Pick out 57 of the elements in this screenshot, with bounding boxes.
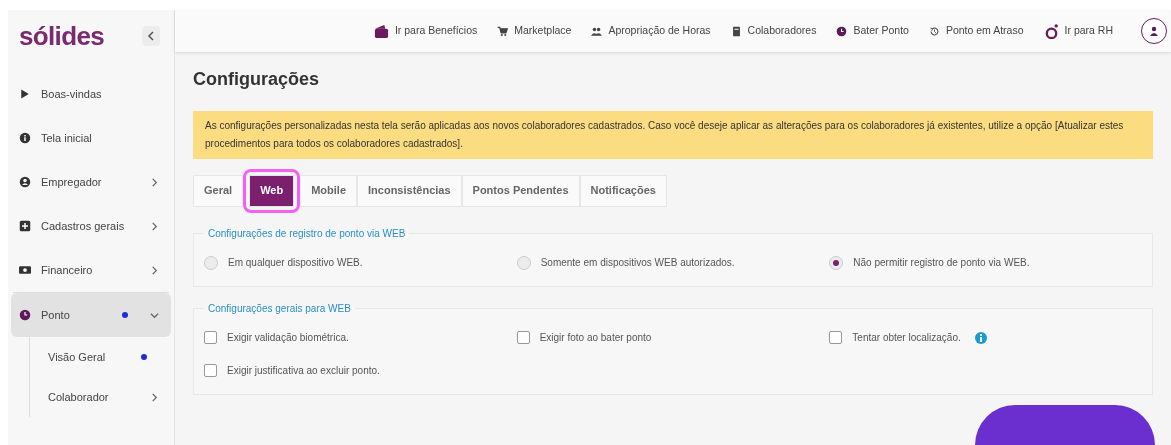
sidebar-subitem[interactable]: Visão Geral xyxy=(30,337,171,377)
banknote-icon xyxy=(19,264,31,276)
nav-link[interactable]: Bater Ponto xyxy=(836,23,909,39)
tab[interactable]: Inconsistências xyxy=(357,174,462,207)
tab[interactable]: Pontos Pendentes xyxy=(461,174,580,207)
people-icon xyxy=(591,25,603,37)
chevron-left-icon xyxy=(147,31,155,41)
person-icon xyxy=(1149,26,1159,36)
nav-link[interactable]: Ir para RH xyxy=(1043,23,1113,39)
collapse-button[interactable] xyxy=(142,26,160,46)
sidebar-subitem[interactable]: Colaborador xyxy=(30,377,171,417)
page-title: Configurações xyxy=(193,68,321,91)
checkbox[interactable] xyxy=(204,331,217,344)
clock-icon xyxy=(836,25,848,37)
checkbox[interactable] xyxy=(516,331,530,344)
sidebar-item[interactable]: Boas-vindas xyxy=(11,72,171,116)
tab[interactable]: Geral xyxy=(193,174,244,207)
tab[interactable]: Web xyxy=(249,174,295,207)
nav-link[interactable]: Apropriação de Horas xyxy=(591,23,711,39)
nav-link[interactable]: Ir para Benefícios xyxy=(373,23,478,39)
book-icon xyxy=(730,25,742,37)
sidebar-item[interactable]: Financeiro xyxy=(11,248,171,292)
circle-dot-icon xyxy=(1043,23,1059,39)
avatar-button[interactable] xyxy=(1141,18,1167,44)
info-banner: As configurações personalizadas nesta tela serão aplicadas aos novos colaboradores cadastrados. Caso você deseje aplicar as alterações para os colaboradores já existentes, utilize a opção [Atualizar estes procedimentos para todos os colaboradores cadastrados]. xyxy=(193,111,1153,159)
history-icon xyxy=(928,25,940,37)
sidebar-item[interactable]: Cadastros gerais xyxy=(11,204,171,248)
tab[interactable]: Notificações xyxy=(579,174,667,207)
radio-button[interactable] xyxy=(829,255,844,270)
brand-logo: sólides xyxy=(19,23,105,49)
group-legend: Configurações de registro de ponto via WEB xyxy=(204,226,410,241)
sidebar-item[interactable]: Tela inicial xyxy=(11,116,171,160)
info-icon xyxy=(19,132,31,144)
checkbox[interactable] xyxy=(204,364,217,377)
nav-link[interactable]: Colaboradores xyxy=(730,23,817,39)
checkbox[interactable] xyxy=(829,331,843,344)
nav-link[interactable]: Ponto em Atraso xyxy=(928,23,1024,39)
person-icon xyxy=(19,176,31,188)
option-label: Exigir foto ao bater ponto xyxy=(539,331,652,345)
sidebar-item[interactable]: Ponto xyxy=(11,293,171,337)
option-label: Exigir validação biométrica. xyxy=(227,331,349,345)
radio-button[interactable] xyxy=(204,255,218,270)
option-label: Exigir justificativa ao excluir ponto. xyxy=(227,364,380,378)
group-legend: Configurações gerais para WEB xyxy=(204,301,355,316)
plus-square-icon xyxy=(19,220,31,232)
sidebar-item[interactable]: Empregador xyxy=(11,160,171,204)
option-label: Somente em dispositivos WEB autorizados. xyxy=(540,256,735,270)
play-icon xyxy=(19,88,31,100)
wallet-icon xyxy=(373,23,389,39)
clock-icon xyxy=(19,309,31,321)
cart-icon xyxy=(497,25,509,37)
option-label: Tentar obter localização. xyxy=(852,331,961,345)
nav-link[interactable]: Marketplace xyxy=(497,23,572,39)
option-label: Não permitir registro de ponto via WEB. xyxy=(853,256,1030,270)
option-label: Em qualquer dispositivo WEB. xyxy=(228,256,363,270)
radio-button[interactable] xyxy=(516,255,531,270)
tab[interactable]: Mobile xyxy=(300,174,357,207)
